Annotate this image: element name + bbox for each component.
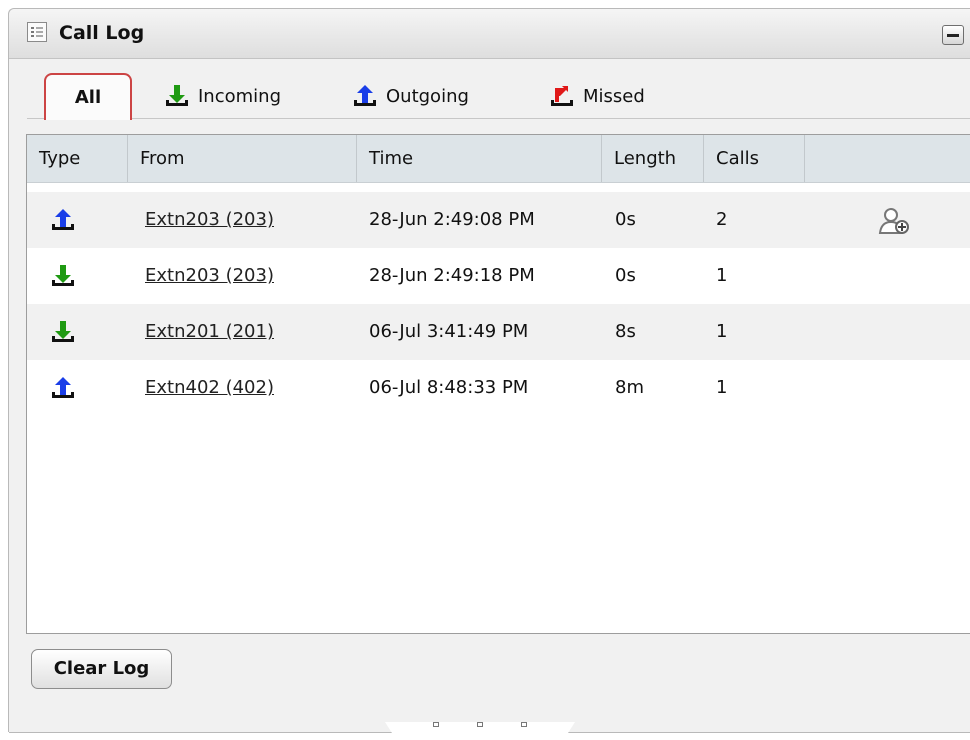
caller-link[interactable]: Extn203 (203) [145, 192, 274, 248]
caller-link[interactable]: Extn201 (201) [145, 304, 274, 360]
call-count: 1 [716, 265, 728, 286]
call-length: 0s [615, 265, 636, 286]
panel-title: Call Log [59, 22, 145, 44]
tab-incoming[interactable]: Incoming [164, 73, 281, 119]
outgoing-call-icon [52, 377, 74, 398]
call-time: 28-Jun 2:49:08 PM [369, 209, 535, 230]
grip-dot [521, 722, 527, 727]
column-header-type[interactable]: Type [27, 135, 128, 182]
add-contact-icon[interactable] [877, 206, 911, 236]
incoming-call-icon [52, 265, 74, 286]
table-header: Type From Time Length Calls [27, 135, 970, 183]
call-log-icon [27, 22, 47, 42]
table-row[interactable]: Extn402 (402) 06-Jul 8:48:33 PM 8m 1 [27, 360, 970, 416]
outgoing-call-icon [52, 209, 74, 230]
resize-grip[interactable] [385, 722, 575, 740]
column-header-length[interactable]: Length [602, 135, 704, 182]
call-time: 06-Jul 8:48:33 PM [369, 377, 529, 398]
clear-log-button[interactable]: Clear Log [31, 649, 172, 689]
call-length: 0s [615, 209, 636, 230]
incoming-call-icon [52, 321, 74, 342]
minimize-button[interactable] [942, 25, 964, 45]
caller-link[interactable]: Extn203 (203) [145, 248, 274, 304]
tab-missed[interactable]: Missed [549, 73, 645, 119]
column-header-time[interactable]: Time [357, 135, 602, 182]
tab-outgoing[interactable]: Outgoing [352, 73, 469, 119]
call-count: 1 [716, 377, 728, 398]
table-row[interactable]: Extn203 (203) 28-Jun 2:49:08 PM 0s 2 [27, 192, 970, 248]
call-time: 06-Jul 3:41:49 PM [369, 321, 529, 342]
call-count: 1 [716, 321, 728, 342]
column-header-from[interactable]: From [128, 135, 357, 182]
call-log-panel: Call Log All Incoming Outgoing Missed Ty… [8, 8, 970, 733]
tab-all[interactable]: All [44, 73, 132, 120]
column-header-calls[interactable]: Calls [704, 135, 805, 182]
incoming-arrow-icon [166, 85, 188, 106]
call-time: 28-Jun 2:49:18 PM [369, 265, 535, 286]
tab-missed-label: Missed [583, 85, 645, 107]
caller-link[interactable]: Extn402 (402) [145, 360, 274, 416]
table-row[interactable]: Extn203 (203) 28-Jun 2:49:18 PM 0s 1 [27, 248, 970, 304]
call-count: 2 [716, 209, 728, 230]
outgoing-arrow-icon [354, 85, 376, 106]
tab-all-label: All [74, 87, 102, 108]
title-bar: Call Log [9, 9, 970, 59]
call-log-table: Type From Time Length Calls Extn203 (203… [26, 134, 970, 634]
table-row[interactable]: Extn201 (201) 06-Jul 3:41:49 PM 8s 1 [27, 304, 970, 360]
call-length: 8s [615, 321, 636, 342]
tab-outgoing-label: Outgoing [386, 85, 469, 107]
grip-dot [477, 722, 483, 727]
column-header-actions [805, 135, 970, 182]
call-length: 8m [615, 377, 644, 398]
tab-incoming-label: Incoming [198, 85, 281, 107]
grip-dot [433, 722, 439, 727]
missed-arrow-icon [551, 86, 573, 106]
